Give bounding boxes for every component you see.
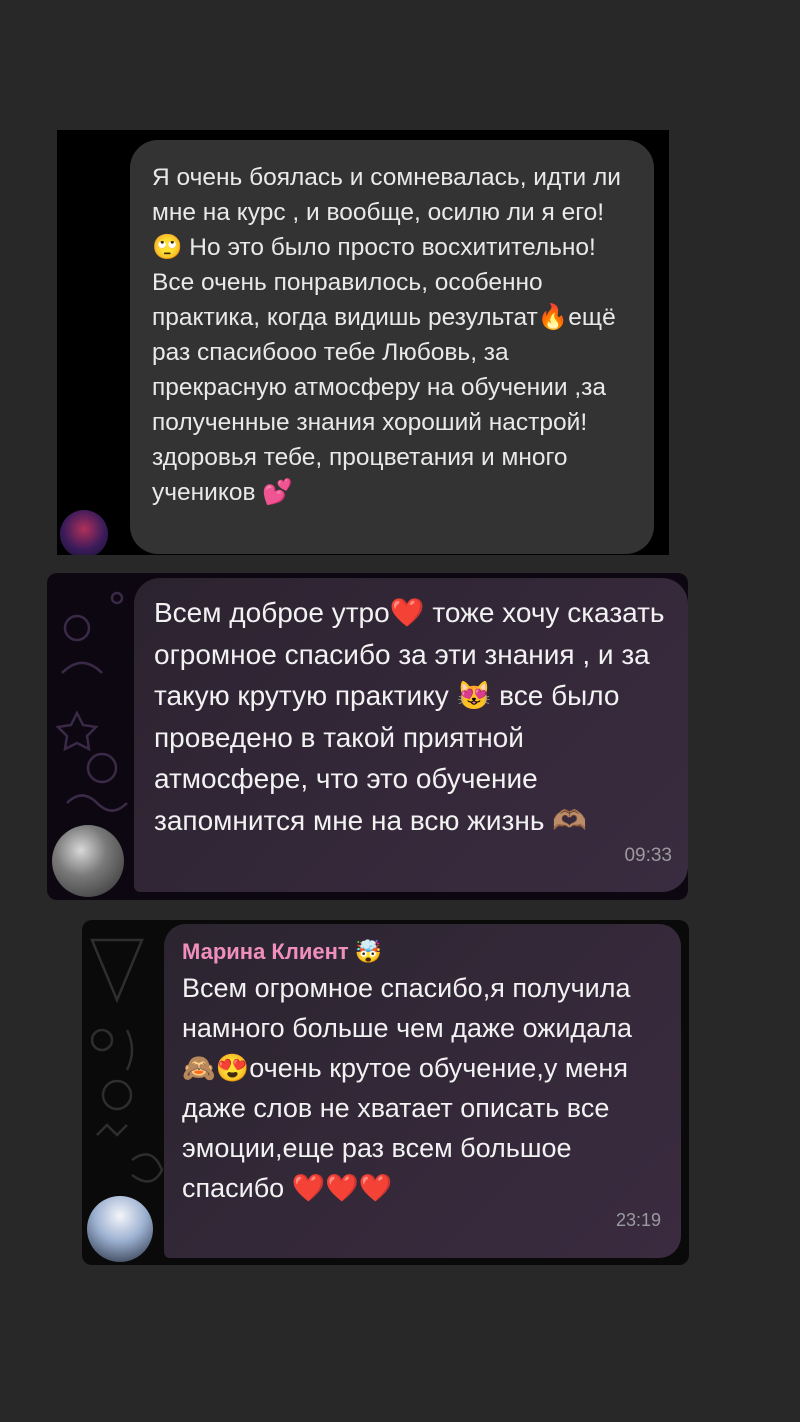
- sender-name[interactable]: Марина Клиент 🤯: [182, 936, 667, 968]
- message-bubble[interactable]: Марина Клиент 🤯 Всем огромное спасибо,я …: [164, 924, 681, 1258]
- message-card-3: Марина Клиент 🤯 Всем огромное спасибо,я …: [82, 920, 689, 1265]
- message-time: 09:33: [624, 844, 672, 866]
- sender-avatar[interactable]: [52, 825, 124, 897]
- message-card-1: Я очень боялась и сомневалась, идти ли м…: [57, 130, 669, 555]
- message-card-2: Всем доброе утро❤️ тоже хочу сказать огр…: [47, 573, 688, 900]
- message-text: Всем доброе утро❤️ тоже хочу сказать огр…: [154, 597, 665, 836]
- message-bubble[interactable]: Я очень боялась и сомневалась, идти ли м…: [130, 140, 654, 554]
- message-time: 23:19: [615, 1210, 661, 1230]
- message-text: Всем огромное спасибо,я получила намного…: [182, 973, 632, 1203]
- message-bubble[interactable]: Всем доброе утро❤️ тоже хочу сказать огр…: [134, 578, 688, 892]
- sender-avatar[interactable]: [87, 1196, 153, 1262]
- sender-avatar[interactable]: [60, 510, 108, 555]
- message-text: Я очень боялась и сомневалась, идти ли м…: [152, 164, 621, 506]
